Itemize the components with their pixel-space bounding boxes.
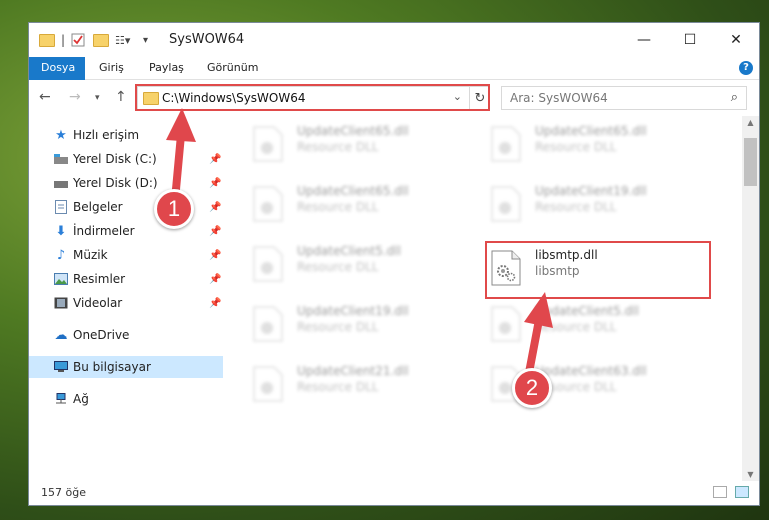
step-badge-2: 2 <box>512 368 552 408</box>
step-badge-1: 1 <box>154 189 194 229</box>
arrow-1 <box>166 108 196 204</box>
annotation-arrows <box>166 108 553 382</box>
arrow-2 <box>524 292 553 382</box>
